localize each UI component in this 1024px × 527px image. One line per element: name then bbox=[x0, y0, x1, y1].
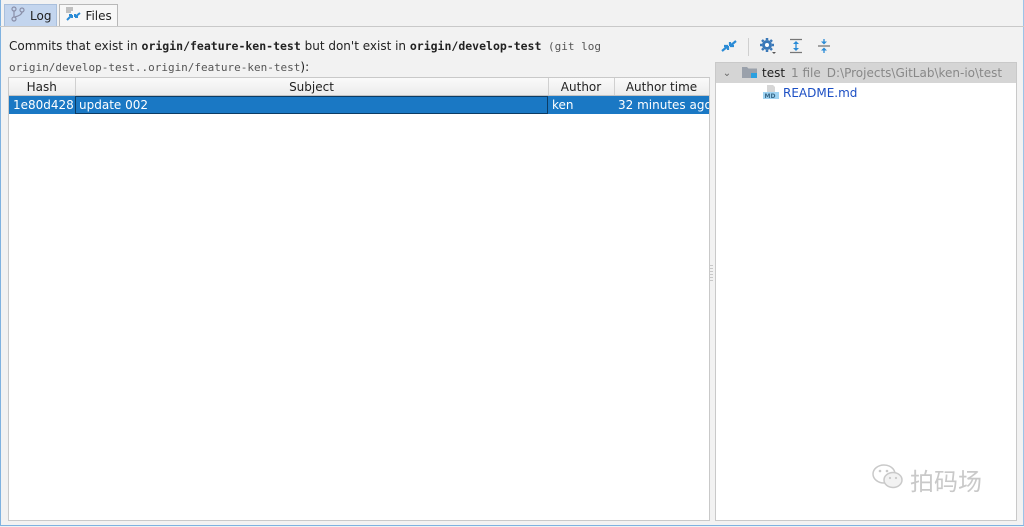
commit-table: Hash Subject Author Author time 1e80d428… bbox=[8, 77, 710, 521]
tab-divider bbox=[0, 26, 1024, 27]
target-branch: origin/develop-test bbox=[409, 39, 542, 53]
watermark-text: 拍码场 bbox=[910, 468, 982, 496]
column-header-author[interactable]: Author bbox=[548, 78, 615, 96]
wechat-icon bbox=[870, 463, 906, 497]
tab-log-label: Log bbox=[30, 8, 52, 23]
git-command-range: origin/develop-test..origin/feature-ken-… bbox=[9, 61, 301, 74]
chevron-down-icon[interactable]: ⌄ bbox=[718, 68, 736, 79]
commit-subject[interactable]: update 002 bbox=[75, 95, 548, 114]
commit-hash[interactable]: 1e80d428 bbox=[9, 95, 75, 114]
description-middle: but don't exist in bbox=[300, 39, 410, 53]
table-row[interactable]: 1e80d428 update 002 ken 32 minutes ago bbox=[9, 95, 709, 114]
tree-root-count: 1 file bbox=[791, 66, 821, 80]
git-command-open: (git log bbox=[541, 40, 602, 53]
column-header-subject[interactable]: Subject bbox=[75, 78, 549, 96]
expand-all-icon bbox=[788, 38, 804, 57]
table-header-row: Hash Subject Author Author time bbox=[9, 78, 710, 96]
diff-files-icon bbox=[65, 6, 82, 25]
toolbar-separator bbox=[748, 38, 749, 56]
collapse-all-button[interactable] bbox=[813, 37, 835, 57]
tree-file-item[interactable]: MD README.md bbox=[716, 83, 1016, 103]
tab-files[interactable]: Files bbox=[59, 4, 118, 26]
tree-root-name: test bbox=[762, 66, 786, 80]
expand-all-button[interactable] bbox=[785, 37, 807, 57]
settings-button[interactable] bbox=[757, 37, 779, 57]
commit-author[interactable]: ken bbox=[548, 95, 614, 114]
column-header-author-time[interactable]: Author time bbox=[614, 78, 710, 96]
branch-icon bbox=[10, 6, 26, 25]
watermark: 拍码场 bbox=[870, 462, 982, 497]
svg-text:MD: MD bbox=[765, 93, 776, 100]
description-prefix: Commits that exist in bbox=[9, 39, 142, 53]
show-diff-icon bbox=[720, 38, 738, 57]
column-header-hash[interactable]: Hash bbox=[9, 78, 76, 96]
tab-files-label: Files bbox=[85, 8, 112, 23]
tab-bar: Log Files bbox=[4, 4, 118, 26]
tree-root-node[interactable]: ⌄ test 1 file D:\Projects\GitLab\ken-io\… bbox=[716, 63, 1016, 83]
settings-icon bbox=[759, 37, 777, 58]
git-command-close: ): bbox=[300, 60, 310, 74]
show-diff-button[interactable] bbox=[718, 37, 740, 57]
commit-time[interactable]: 32 minutes ago bbox=[614, 95, 709, 114]
splitter-grip[interactable] bbox=[710, 265, 713, 281]
markdown-file-icon: MD bbox=[762, 84, 780, 103]
branch-comparison-description: Commits that exist in origin/feature-ken… bbox=[9, 36, 699, 78]
changes-tree: ⌄ test 1 file D:\Projects\GitLab\ken-io\… bbox=[715, 62, 1017, 521]
tree-root-path: D:\Projects\GitLab\ken-io\test bbox=[826, 66, 1003, 80]
collapse-all-icon bbox=[816, 38, 832, 57]
file-name[interactable]: README.md bbox=[783, 86, 857, 100]
source-branch: origin/feature-ken-test bbox=[141, 39, 301, 53]
panel-splitter[interactable] bbox=[709, 60, 714, 520]
tab-log[interactable]: Log bbox=[4, 4, 58, 26]
folder-icon bbox=[741, 65, 759, 82]
changes-toolbar bbox=[718, 36, 835, 58]
